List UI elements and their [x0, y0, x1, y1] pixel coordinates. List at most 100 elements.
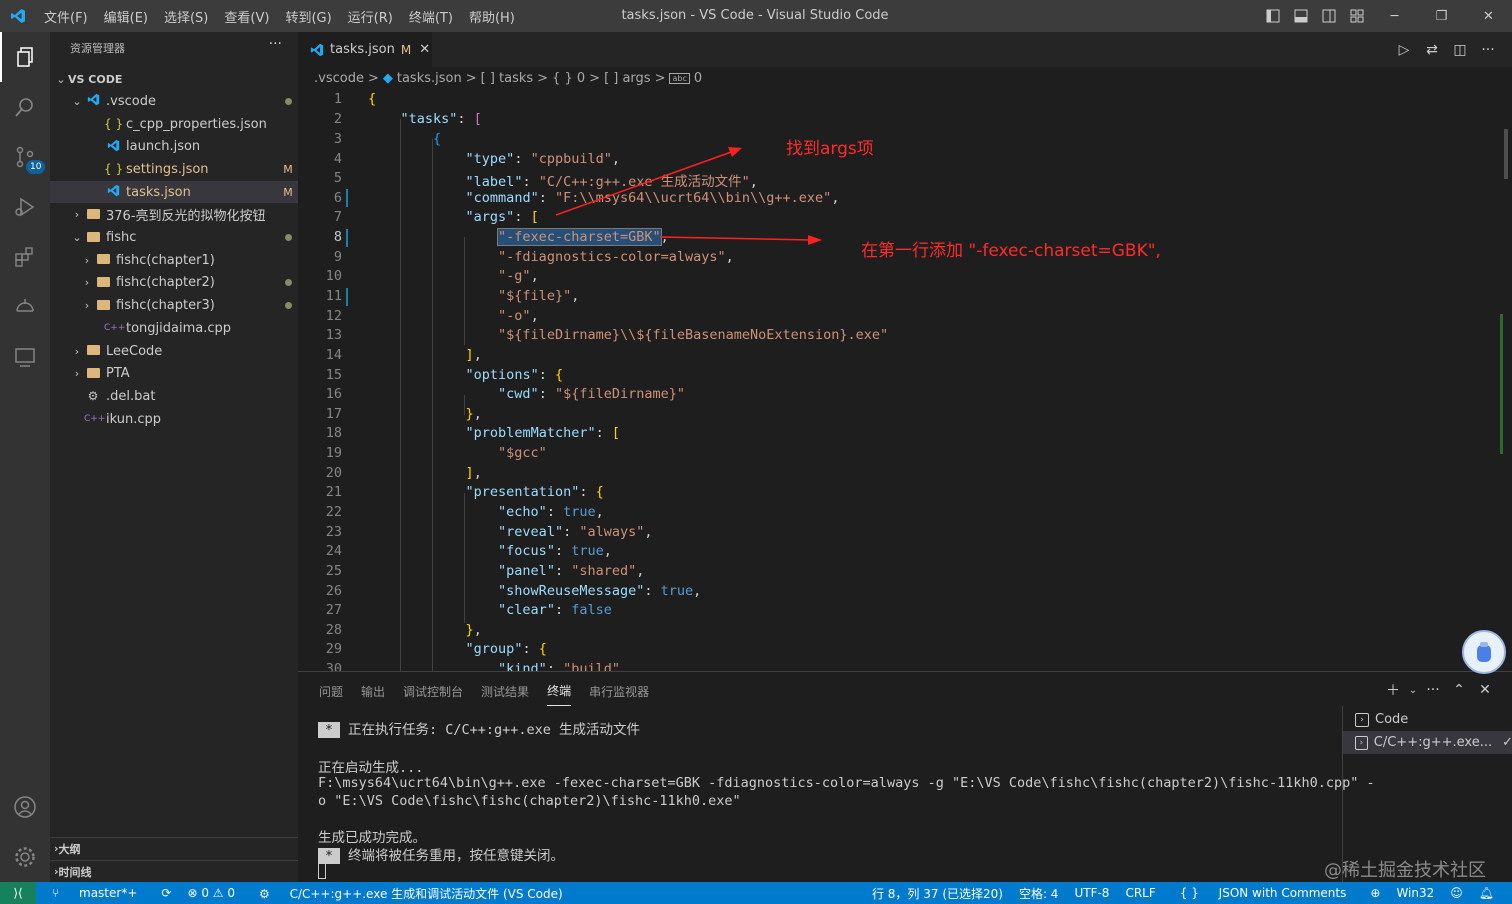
annotation-add-first-line: 在第一行添加 "-fexec-charset=GBK",	[861, 241, 1161, 261]
file-tree-item[interactable]: › PTA	[50, 362, 298, 385]
run-debug-icon[interactable]	[0, 182, 50, 232]
minimize-icon[interactable]: ─	[1371, 0, 1418, 32]
breadcrumb-item[interactable]: .vscode	[314, 71, 364, 86]
platform[interactable]: Win32	[1396, 886, 1434, 900]
toggle-panel-icon[interactable]	[1287, 0, 1315, 32]
sync-icon[interactable]: ⟳	[161, 886, 171, 900]
task-marker-icon: *	[318, 722, 340, 738]
cursor-position[interactable]: 行 8，列 37 (已选择20)	[872, 885, 1003, 902]
outline-section[interactable]: › 大纲	[50, 837, 298, 859]
scroll-thumb[interactable]	[1504, 129, 1508, 179]
terminal-list-item[interactable]: › C/C++:g++.exe... ✓	[1343, 731, 1512, 754]
file-tree-item[interactable]: › LeeCode	[50, 340, 298, 363]
chevron-right-icon: ›	[74, 367, 80, 381]
run-icon[interactable]: ▷	[1390, 42, 1418, 58]
file-tree-item[interactable]: launch.json	[50, 135, 298, 158]
account-icon[interactable]	[0, 782, 50, 832]
encoding[interactable]: UTF-8	[1074, 886, 1109, 900]
indentation[interactable]: 空格: 4	[1019, 885, 1059, 902]
tab-tasks-json[interactable]: tasks.json M ✕	[298, 32, 432, 67]
breadcrumb-item[interactable]: [ ] tasks	[481, 71, 534, 86]
modified-dot-icon	[278, 276, 298, 289]
search-icon[interactable]	[0, 82, 50, 132]
file-tree-item[interactable]: C++ tongjidaima.cpp	[50, 317, 298, 340]
terminal-list-item[interactable]: › Code	[1343, 708, 1512, 731]
file-tree-item[interactable]: › fishc(chapter2)	[50, 272, 298, 295]
json-file-icon: ◆	[382, 70, 393, 86]
menu-go[interactable]: 转到(G)	[277, 7, 339, 26]
eol[interactable]: CRLF	[1125, 886, 1155, 900]
close-panel-icon[interactable]: ✕	[1472, 682, 1498, 698]
maximize-panel-icon[interactable]: ⌃	[1446, 682, 1472, 698]
extensions-icon[interactable]	[0, 232, 50, 282]
compare-icon[interactable]: ⇄	[1418, 42, 1446, 58]
explorer-icon[interactable]	[0, 32, 50, 82]
tab-modified-badge: M	[400, 42, 412, 57]
tab-debug-console[interactable]: 调试控制台	[403, 677, 463, 706]
menu-run[interactable]: 运行(R)	[340, 7, 401, 26]
breadcrumb-item[interactable]: [ ] args	[604, 71, 651, 86]
file-tree-item[interactable]: ⚙ .del.bat	[50, 385, 298, 408]
file-tree-item[interactable]: › fishc(chapter3)	[50, 294, 298, 317]
file-tree-label: PTA	[106, 366, 130, 382]
tab-problems[interactable]: 问题	[319, 677, 343, 706]
toggle-sidebar-icon[interactable]	[1259, 0, 1287, 32]
floating-assistant-icon[interactable]	[1462, 630, 1506, 674]
notifications-bell-icon[interactable]: 🔔︎	[1479, 886, 1494, 900]
branch-status[interactable]: ⑂ master*+	[44, 886, 145, 900]
tab-serial-monitor[interactable]: 串行监视器	[589, 677, 649, 706]
tab-terminal[interactable]: 终端	[547, 676, 572, 706]
chevron-down-icon[interactable]: ⌄	[1406, 685, 1420, 696]
code-editor[interactable]: 1 2 3 4 5 6 7 8 9 10 11 12 13 14 15 16 17 18 19 20 21 22 23 24 2…	[298, 89, 1498, 671]
remote-explorer-icon[interactable]	[0, 282, 50, 332]
menu-edit[interactable]: 编辑(E)	[96, 7, 156, 26]
problems-status[interactable]: ⊗ 0 ⚠ 0	[187, 886, 235, 900]
menu-selection[interactable]: 选择(S)	[156, 7, 216, 26]
file-tree-item[interactable]: { } settings.json M	[50, 158, 298, 181]
file-tree-item[interactable]: tasks.json M	[50, 180, 298, 204]
close-window-icon[interactable]: ✕	[1465, 0, 1512, 32]
new-terminal-icon[interactable]: ＋	[1380, 680, 1406, 700]
more-icon[interactable]: ···	[1474, 42, 1502, 58]
breadcrumb-item[interactable]: { } 0	[552, 71, 585, 86]
breadcrumb-item[interactable]: 0	[694, 71, 702, 86]
customize-layout-icon[interactable]	[1343, 0, 1371, 32]
task-status[interactable]: ⚙ C/C++:g++.exe 生成和调试活动文件 (VS Code)	[251, 885, 571, 902]
feedback-icon[interactable]: ☺	[1450, 886, 1463, 900]
file-tree-item[interactable]: ⌄ fishc	[50, 226, 298, 249]
tab-test-results[interactable]: 测试结果	[481, 677, 529, 706]
workspace-root[interactable]: ⌄ VS CODE	[50, 68, 298, 91]
menu-view[interactable]: 查看(V)	[216, 7, 277, 26]
menu-help[interactable]: 帮助(H)	[461, 7, 523, 26]
file-tree-item[interactable]: ⌄ .vscode	[50, 90, 298, 113]
editor-scrollbar[interactable]	[1498, 89, 1512, 671]
file-tree-item[interactable]: C++ ikun.cpp	[50, 408, 298, 431]
file-tree-item[interactable]: › fishc(chapter1)	[50, 249, 298, 272]
file-tree-label: launch.json	[126, 139, 201, 155]
file-tree-item[interactable]: › 376-亮到反光的拟物化按钮	[50, 204, 298, 227]
more-actions-icon[interactable]: ···	[269, 36, 282, 52]
more-icon[interactable]: ···	[1420, 682, 1446, 698]
remote-window-icon[interactable]	[0, 332, 50, 382]
language-mode[interactable]: { } JSON with Comments	[1172, 886, 1355, 900]
terminal-output[interactable]: * 正在执行任务: C/C++:g++.exe 生成活动文件 正在启动生成... …	[318, 718, 1375, 884]
restore-icon[interactable]: ❐	[1418, 0, 1465, 32]
settings-gear-icon[interactable]	[0, 832, 50, 882]
remote-indicator-icon[interactable]: ⟩⟨	[0, 882, 36, 904]
menu-terminal[interactable]: 终端(T)	[401, 7, 461, 26]
timeline-section[interactable]: › 时间线	[50, 860, 298, 882]
outline-label: 大纲	[58, 842, 81, 856]
menu-file[interactable]: 文件(F)	[36, 7, 96, 26]
toggle-secondary-sidebar-icon[interactable]	[1315, 0, 1343, 32]
file-tree-item[interactable]: { } c_cpp_properties.json	[50, 113, 298, 136]
globe-icon[interactable]: ⊕	[1370, 886, 1380, 900]
split-editor-icon[interactable]: ◫	[1446, 42, 1474, 58]
tab-output[interactable]: 输出	[361, 677, 385, 706]
file-tree-label: ikun.cpp	[106, 411, 162, 427]
close-tab-icon[interactable]: ✕	[419, 42, 430, 57]
chevron-right-icon: ›	[84, 253, 90, 267]
source-control-icon[interactable]: 10	[0, 132, 50, 182]
folder-icon	[94, 299, 112, 313]
breadcrumb-item[interactable]: tasks.json	[397, 71, 462, 86]
language-label: JSON with Comments	[1218, 886, 1347, 900]
